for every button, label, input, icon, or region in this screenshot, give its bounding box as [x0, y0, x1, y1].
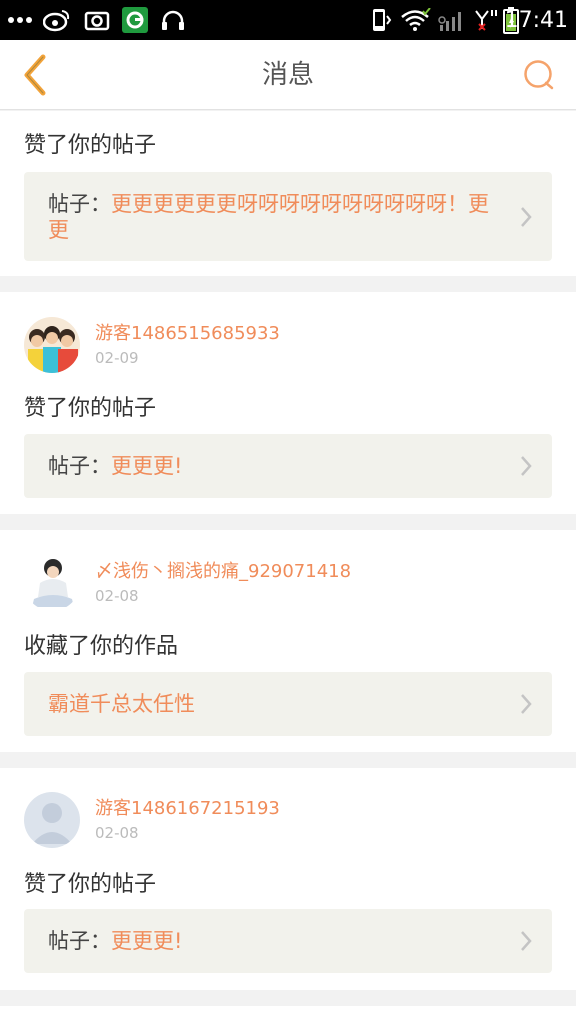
- referenced-post-text: 帖子：更更更更更更呀呀呀呀呀呀呀呀呀呀！更更: [48, 191, 492, 243]
- headphones-icon: [158, 0, 188, 40]
- camera-icon: [82, 0, 112, 40]
- message-date: 02-08: [95, 587, 139, 605]
- message-action: 赞了你的帖子: [24, 133, 157, 158]
- status-bar: 17:41: [0, 0, 576, 40]
- referenced-post-text: 帖子：更更更!: [48, 453, 492, 479]
- phone-vibrate-icon: [366, 0, 394, 40]
- referenced-work[interactable]: 霸道千总太任性: [24, 672, 552, 736]
- app-icon: [120, 0, 150, 40]
- ref-title: 更更更!: [111, 454, 183, 478]
- chevron-right-icon: [521, 931, 532, 951]
- default-avatar-icon[interactable]: [24, 792, 80, 848]
- message-user[interactable]: 〆浅伤丶搁浅的痛_929071418 02-08: [24, 555, 552, 611]
- more-dots-icon: [6, 0, 34, 40]
- message-card: 游客1486515685933 02-09 赞了你的帖子 帖子：更更更!: [0, 292, 576, 514]
- referenced-post[interactable]: 帖子：更更更更更更呀呀呀呀呀呀呀呀呀呀！更更: [24, 172, 552, 261]
- avatar[interactable]: [24, 317, 80, 373]
- ref-prefix: 帖子：: [48, 454, 111, 478]
- ref-prefix: 帖子：: [48, 192, 111, 216]
- user-name[interactable]: 〆浅伤丶搁浅的痛_929071418: [95, 557, 351, 583]
- referenced-work-text: 霸道千总太任性: [48, 691, 492, 717]
- message-user[interactable]: 游客1486515685933 02-09: [24, 317, 552, 373]
- avatar[interactable]: [24, 555, 80, 611]
- message-date: 02-09: [95, 349, 139, 367]
- message-user[interactable]: 游客1486167215193 02-08: [24, 792, 552, 848]
- ref-title: 霸道千总太任性: [48, 692, 195, 716]
- ref-prefix: 帖子：: [48, 929, 111, 953]
- header-bar: 消息: [0, 40, 576, 110]
- referenced-post[interactable]: 帖子：更更更!: [24, 909, 552, 973]
- wifi-icon: [398, 0, 432, 40]
- message-card: 赞了你的帖子 帖子：更更更更更更呀呀呀呀呀呀呀呀呀呀！更更: [0, 111, 576, 276]
- referenced-post[interactable]: 帖子：更更更!: [24, 434, 552, 498]
- ref-title: 更更更!: [111, 929, 183, 953]
- user-name[interactable]: 游客1486167215193: [95, 794, 280, 820]
- message-action: 赞了你的帖子: [24, 396, 157, 421]
- ref-title: 更更更更更更呀呀呀呀呀呀呀呀呀呀！更更: [48, 192, 489, 242]
- signal-2-icon: [472, 0, 500, 40]
- weibo-icon: [42, 0, 72, 40]
- chevron-right-icon: [521, 456, 532, 476]
- chevron-right-icon: [521, 694, 532, 714]
- referenced-post-text: 帖子：更更更!: [48, 928, 492, 954]
- status-time: 17:41: [504, 7, 568, 33]
- search-button[interactable]: [514, 50, 564, 100]
- message-action: 赞了你的帖子: [24, 872, 157, 897]
- message-card: 〆浅伤丶搁浅的痛_929071418 02-08 收藏了你的作品 霸道千总太任性: [0, 530, 576, 752]
- user-name[interactable]: 游客1486515685933: [95, 319, 280, 345]
- chevron-right-icon: [521, 207, 532, 227]
- page-title: 消息: [261, 60, 314, 90]
- message-card: 游客1486167215193 02-08 赞了你的帖子 帖子：更更更!: [0, 768, 576, 990]
- signal-icon: [436, 0, 468, 40]
- message-action: 收藏了你的作品: [24, 634, 179, 659]
- message-date: 02-08: [95, 824, 139, 842]
- message-card-partial: [0, 1006, 576, 1024]
- search-icon: [524, 60, 554, 90]
